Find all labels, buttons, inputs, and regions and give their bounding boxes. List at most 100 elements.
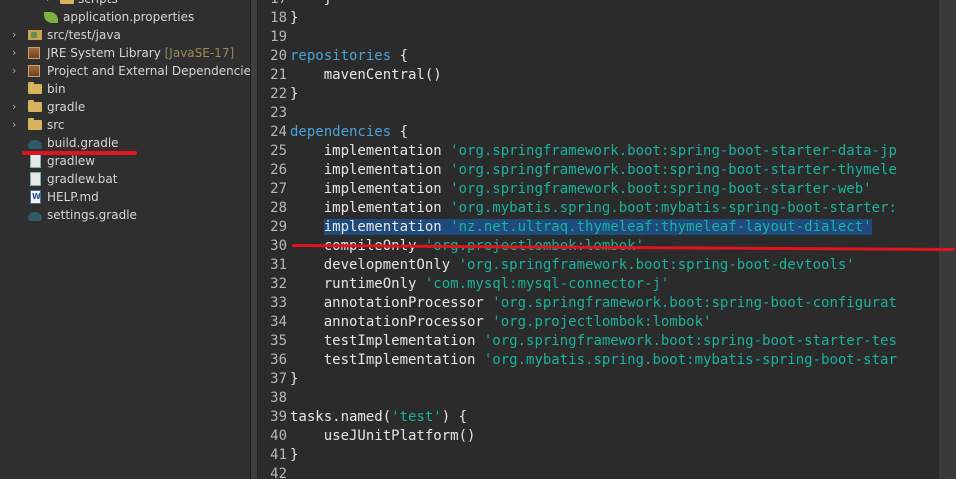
code-line[interactable]: 32 runtimeOnly 'com.mysql:mysql-connecto… xyxy=(258,275,939,294)
file-icon xyxy=(30,172,41,186)
tree-item-label: src xyxy=(47,118,65,132)
code-line[interactable]: 40 useJUnitPlatform() xyxy=(258,427,939,446)
expand-arrow-icon[interactable]: › xyxy=(12,116,22,134)
code-text: implementation 'org.springframework.boot… xyxy=(290,143,897,159)
code-editor[interactable]: 17 }18}1920repositories {21 mavenCentral… xyxy=(258,0,939,479)
code-text: implementation 'nz.net.ultraq.thymeleaf:… xyxy=(290,218,872,237)
line-number: 35 xyxy=(270,333,287,349)
panel-splitter[interactable] xyxy=(250,0,258,479)
code-line[interactable]: 42 xyxy=(258,465,939,479)
code-text: } xyxy=(290,0,332,9)
file-icon xyxy=(30,154,41,168)
tree-item-label: scripts xyxy=(78,0,118,8)
expand-arrow-icon[interactable]: › xyxy=(12,98,22,116)
markdown-icon xyxy=(30,188,41,206)
code-line[interactable]: 28 implementation 'org.mybatis.spring.bo… xyxy=(258,199,939,218)
source-folder-icon xyxy=(28,30,42,40)
gradle-icon xyxy=(28,212,42,221)
code-line[interactable]: 27 implementation 'org.springframework.b… xyxy=(258,180,939,199)
code-line[interactable]: 41} xyxy=(258,446,939,465)
library-icon xyxy=(28,65,40,77)
line-number: 37 xyxy=(270,371,287,387)
tree-item-label: Project and External Dependencies xyxy=(47,64,250,78)
folder-icon xyxy=(28,118,42,130)
code-text: annotationProcessor 'org.springframework… xyxy=(290,295,897,311)
expand-arrow-icon[interactable]: › xyxy=(12,26,22,44)
code-line[interactable]: 29 implementation 'nz.net.ultraq.thymele… xyxy=(258,218,939,237)
expand-arrow-icon[interactable]: › xyxy=(12,62,22,80)
project-explorer: › scripts application.properties › src/t… xyxy=(0,0,250,479)
code-line[interactable]: 21 mavenCentral() xyxy=(258,66,939,85)
red-underline-annotation xyxy=(22,151,137,155)
line-number: 30 xyxy=(270,238,287,254)
code-line[interactable]: 23 xyxy=(258,104,939,123)
code-line[interactable]: 37} xyxy=(258,370,939,389)
tree-item-name: JRE System Library xyxy=(47,46,161,60)
line-number: 38 xyxy=(270,390,287,406)
code-text: annotationProcessor 'org.projectlombok:l… xyxy=(290,314,712,330)
tree-item-label: application.properties xyxy=(63,10,195,24)
code-line[interactable]: 38 xyxy=(258,389,939,408)
code-line[interactable]: 35 testImplementation 'org.springframewo… xyxy=(258,332,939,351)
tree-item-label: JRE System Library [JavaSE-17] xyxy=(47,44,234,62)
code-line[interactable]: 17 } xyxy=(258,0,939,9)
line-number: 29 xyxy=(270,219,287,235)
code-line[interactable]: 25 implementation 'org.springframework.b… xyxy=(258,142,939,161)
code-text: } xyxy=(290,86,299,102)
editor-scrollbar[interactable] xyxy=(939,0,956,479)
expand-arrow-icon[interactable]: › xyxy=(46,0,56,8)
line-number: 21 xyxy=(270,67,287,83)
line-number: 25 xyxy=(270,143,287,159)
code-line[interactable]: 26 implementation 'org.springframework.b… xyxy=(258,161,939,180)
line-number: 31 xyxy=(270,257,287,273)
code-line[interactable]: 18} xyxy=(258,9,939,28)
code-text: implementation 'org.springframework.boot… xyxy=(290,162,897,178)
line-number: 19 xyxy=(270,29,287,45)
code-text: mavenCentral() xyxy=(290,67,442,83)
code-line[interactable]: 39 tasks.named('test') { xyxy=(258,408,939,427)
code-text: implementation 'org.mybatis.spring.boot:… xyxy=(290,200,897,216)
line-number: 28 xyxy=(270,200,287,216)
code-text: useJUnitPlatform() xyxy=(290,428,476,444)
code-line[interactable]: 34 annotationProcessor 'org.projectlombo… xyxy=(258,313,939,332)
code-line[interactable]: 19 xyxy=(258,28,939,47)
line-number: 24 xyxy=(270,124,287,140)
code-text: repositories { xyxy=(290,48,409,64)
gradle-icon xyxy=(28,140,42,149)
tree-item-label: gradle xyxy=(47,100,86,114)
line-number: 32 xyxy=(270,276,287,292)
line-number: 26 xyxy=(270,162,287,178)
folder-icon xyxy=(28,82,42,94)
line-number: 36 xyxy=(270,352,287,368)
library-icon xyxy=(28,47,40,59)
folder-icon xyxy=(28,100,42,112)
line-number: 33 xyxy=(270,295,287,311)
expand-arrow-icon[interactable]: › xyxy=(12,44,22,62)
code-text: testImplementation 'org.springframework.… xyxy=(290,333,897,349)
line-number: 18 xyxy=(270,10,287,26)
code-line[interactable]: 36 testImplementation 'org.mybatis.sprin… xyxy=(258,351,939,370)
code-text: } xyxy=(290,10,299,26)
selected-text-highlight: implementation 'nz.net.ultraq.thymeleaf:… xyxy=(323,219,872,235)
code-text: tasks.named('test') { xyxy=(290,409,468,425)
line-number: 41 xyxy=(270,447,287,463)
code-line[interactable]: 22} xyxy=(258,85,939,104)
code-text: } xyxy=(290,371,299,387)
code-line[interactable]: 24 dependencies { xyxy=(258,123,939,142)
line-number: 27 xyxy=(270,181,287,197)
code-line[interactable]: 33 annotationProcessor 'org.springframew… xyxy=(258,294,939,313)
code-line[interactable]: 20 repositories { xyxy=(258,47,939,66)
tree-item-label: build.gradle xyxy=(47,136,119,150)
jre-version-decorator: [JavaSE-17] xyxy=(164,46,235,60)
properties-leaf-icon xyxy=(44,12,58,23)
line-number: 17 xyxy=(258,0,287,9)
tree-item-label: HELP.md xyxy=(47,190,99,204)
code-text: dependencies { xyxy=(290,124,409,140)
code-line[interactable]: 31 developmentOnly 'org.springframework.… xyxy=(258,256,939,275)
code-text: implementation 'org.springframework.boot… xyxy=(290,181,872,197)
tree-item-label: src/test/java xyxy=(47,28,121,42)
tree-item-label: gradlew.bat xyxy=(47,172,118,186)
code-text: } xyxy=(290,447,299,463)
line-number: 39 xyxy=(270,409,287,425)
tree-item-label: bin xyxy=(47,82,66,96)
